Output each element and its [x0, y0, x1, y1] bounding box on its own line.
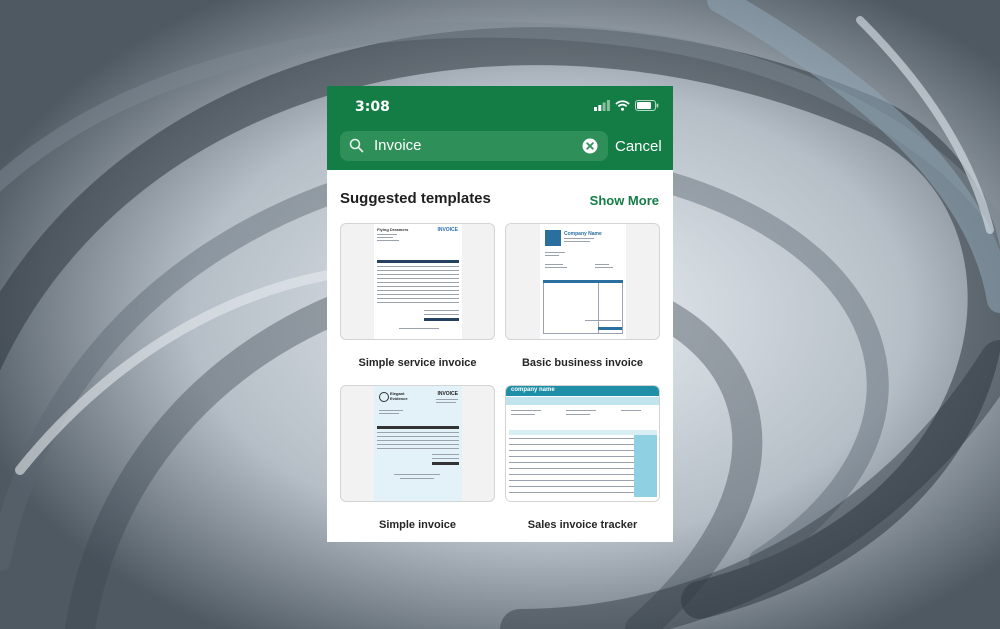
thumb-company: Elegant Evidence: [390, 391, 408, 401]
show-more-button[interactable]: Show More: [590, 193, 659, 208]
template-card-sales-invoice-tracker[interactable]: company name: [505, 385, 660, 502]
status-time: 3:08: [355, 99, 390, 115]
search-icon: [349, 138, 364, 153]
template-card-basic-business-invoice[interactable]: Company Name: [505, 223, 660, 340]
search-header: 3:08 Invoice Cancel: [327, 86, 673, 170]
thumb-logo-placeholder: [545, 230, 561, 246]
clear-search-icon[interactable]: [582, 138, 598, 154]
wifi-icon: [615, 100, 630, 111]
thumb-title: Company Name: [564, 231, 602, 237]
status-icons: [594, 100, 659, 111]
template-thumbnail: Elegant Evidence INVOICE: [374, 386, 462, 501]
thumb-title: INVOICE: [437, 391, 458, 397]
thumb-company: Flying Dreamers: [377, 227, 409, 232]
section-title: Suggested templates: [340, 190, 491, 207]
template-label: Simple invoice: [378, 519, 457, 531]
thumb-title: company name: [511, 387, 555, 393]
template-label: Simple service invoice: [358, 357, 477, 369]
search-input[interactable]: Invoice: [340, 131, 608, 161]
template-label: Basic business invoice: [521, 357, 644, 369]
signal-icon: [594, 100, 610, 111]
template-thumbnail: Flying Dreamers INVOICE: [374, 224, 462, 339]
template-thumbnail: company name: [506, 386, 659, 501]
battery-icon: [635, 100, 659, 111]
excel-mobile-screen: 3:08 Invoice Cancel Suggested templates …: [327, 86, 673, 542]
thumb-logo-mark: [379, 392, 389, 402]
template-card-simple-service-invoice[interactable]: Flying Dreamers INVOICE: [340, 223, 495, 340]
cancel-button[interactable]: Cancel: [615, 138, 662, 155]
template-card-simple-invoice[interactable]: Elegant Evidence INVOICE: [340, 385, 495, 502]
search-query: Invoice: [374, 137, 422, 154]
thumb-title: INVOICE: [437, 227, 458, 233]
template-label: Sales invoice tracker: [527, 519, 638, 531]
template-thumbnail: Company Name: [540, 224, 626, 339]
